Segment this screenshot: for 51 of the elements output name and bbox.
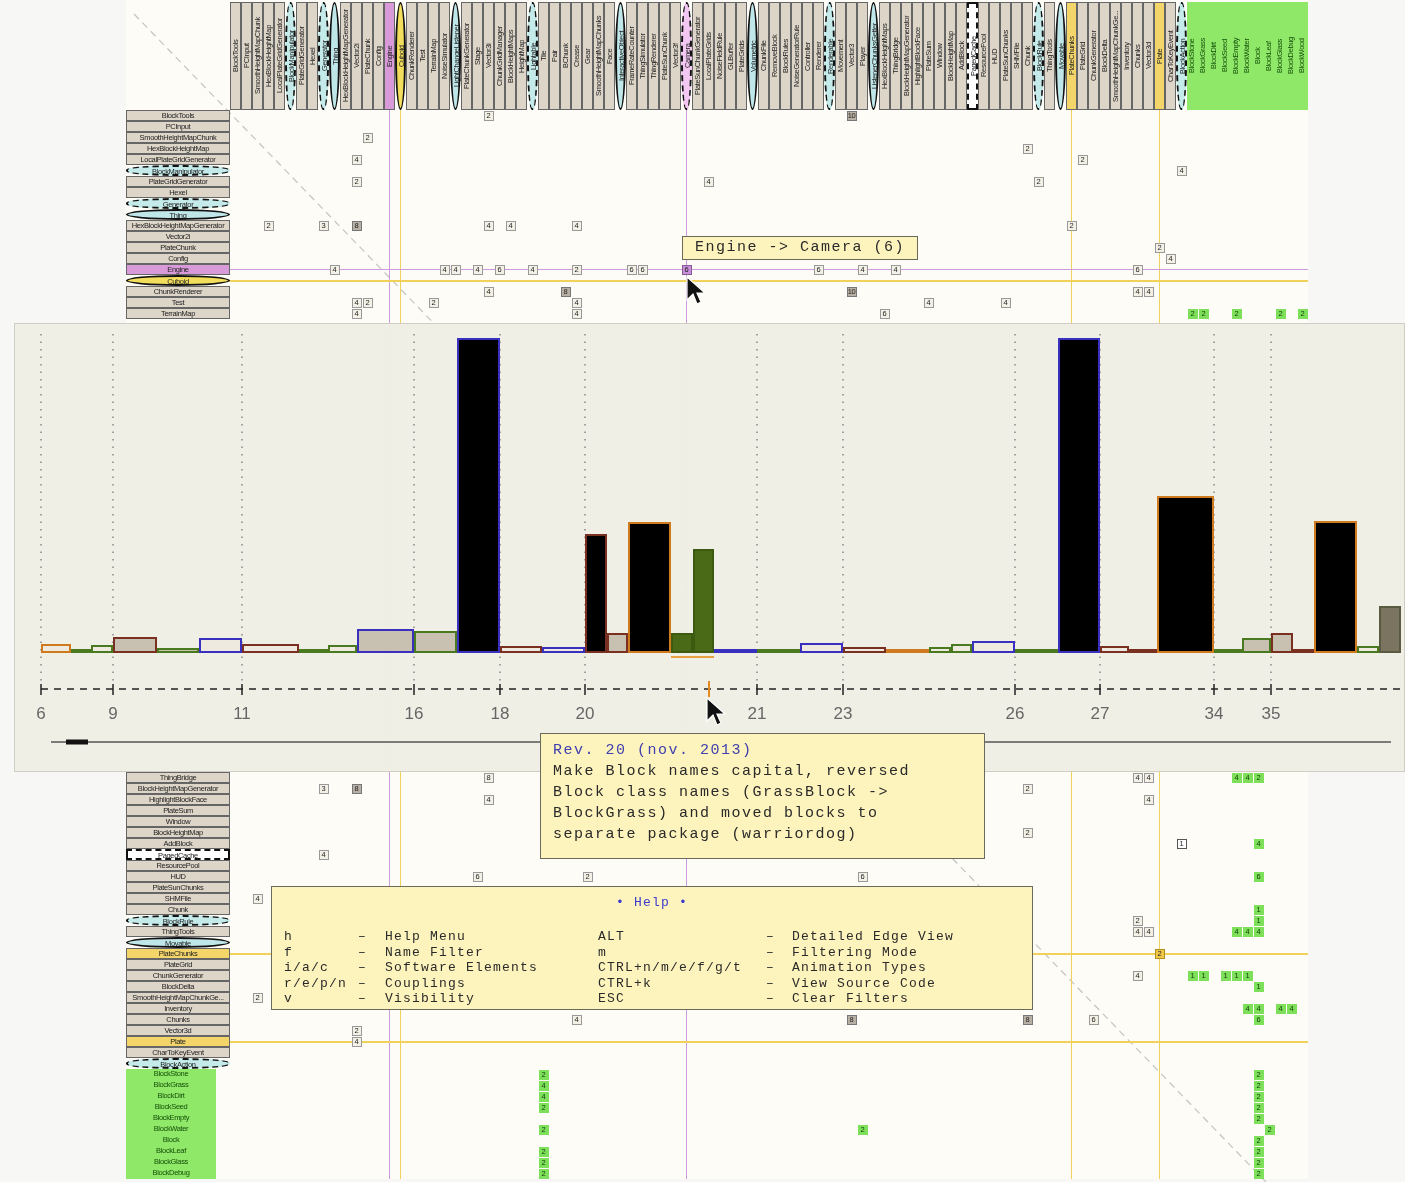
shortcut-key: v: [284, 991, 293, 1007]
help-title: • Help •: [615, 894, 689, 912]
shortcut-key: i/a/c: [284, 960, 329, 976]
shortcut-key: CTRL+n/m/e/f/g/t: [598, 960, 743, 976]
cursor-icon: [706, 697, 726, 727]
shortcut-action: Help Menu: [385, 929, 466, 945]
edge-tooltip: Engine -> Camera (6): [682, 236, 919, 260]
tick-label: 26: [1005, 704, 1025, 723]
revision-title: Rev. 20 (nov. 2013): [553, 741, 754, 761]
scrollbar-thumb[interactable]: [66, 739, 88, 745]
tick-label: 16: [404, 704, 424, 723]
shortcut-action: Clear Filters: [792, 991, 910, 1007]
cursor-icon: [686, 276, 706, 306]
tick-label: 6: [36, 704, 46, 723]
shortcut-action: Couplings: [385, 975, 466, 991]
shortcut-key: CTRL+k: [598, 975, 652, 991]
tick-label: 20: [575, 704, 595, 723]
tick-label: 35: [1261, 704, 1281, 723]
dash: –: [766, 944, 775, 960]
tick-label: 23: [833, 704, 853, 723]
tick-label: 11: [233, 704, 251, 723]
shortcut-action: Visibility: [385, 991, 475, 1007]
selection-marker: [671, 656, 714, 658]
shortcut-action: Animation Types: [792, 960, 928, 976]
shortcut-key: ESC: [598, 991, 625, 1007]
tick-label: 27: [1090, 704, 1110, 723]
shortcut-key: m: [598, 944, 607, 960]
shortcut-action: Name Filter: [385, 944, 484, 960]
dash: –: [358, 929, 367, 945]
dash: –: [766, 929, 775, 945]
dash: –: [358, 991, 367, 1007]
shortcut-key: h: [284, 929, 293, 945]
tick-label: 9: [108, 704, 118, 723]
dash: –: [358, 960, 367, 976]
dash: –: [766, 975, 775, 991]
shortcut-action: View Source Code: [792, 975, 937, 991]
current-revision-tick: [708, 680, 710, 698]
shortcut-key: ALT: [598, 929, 625, 945]
shortcut-action: Filtering Mode: [792, 944, 919, 960]
dash: –: [766, 991, 775, 1007]
dash: –: [358, 944, 367, 960]
dash: –: [766, 960, 775, 976]
shortcut-key: r/e/p/n: [284, 975, 347, 991]
tick-label: 21: [747, 704, 767, 723]
shortcut-action: Software Elements: [385, 960, 539, 976]
shortcut-key: f: [284, 944, 293, 960]
dash: –: [358, 975, 367, 991]
revision-description: Make Block names capital, reversed Block class names (GrassBlock -> BlockGrass) and moved blocks to separate package (warriordog): [553, 762, 912, 845]
tick-label: 34: [1204, 704, 1224, 723]
shortcut-action: Detailed Edge View: [792, 929, 955, 945]
tick-label: 18: [490, 704, 510, 723]
